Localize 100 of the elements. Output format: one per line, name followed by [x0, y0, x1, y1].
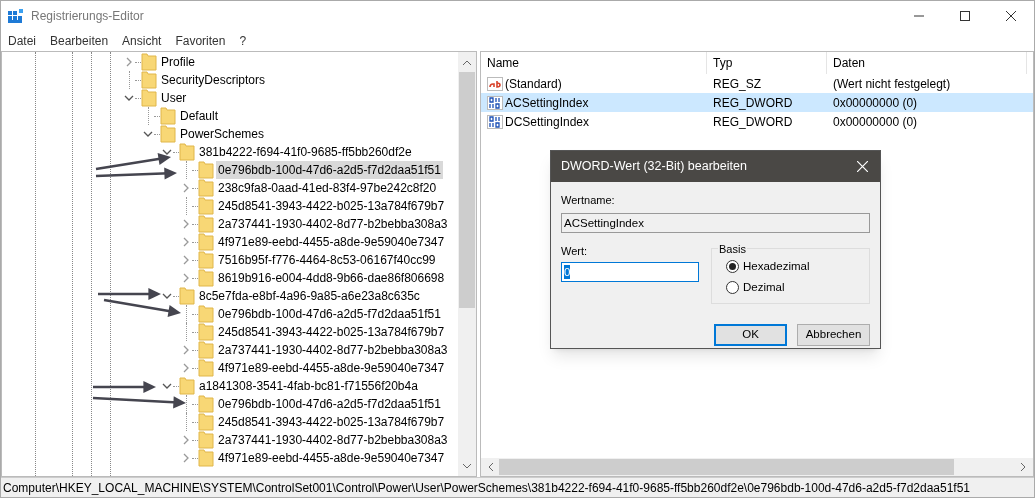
tree-item[interactable]: 0e796bdb-100d-47d6-a2d5-f7d2daa51f51 — [216, 395, 443, 413]
value-name-field[interactable]: ACSettingIndex — [561, 212, 870, 233]
column-header[interactable]: Typ — [707, 52, 827, 74]
window-title: Registrierungs-Editor — [31, 8, 144, 25]
tree-item[interactable]: 2a737441-1930-4402-8d77-b2bebba308a3 — [216, 215, 450, 233]
binary-value-icon — [487, 113, 503, 130]
tree-item[interactable]: SecurityDescriptors — [159, 71, 268, 89]
scrollbar-thumb[interactable] — [459, 72, 475, 308]
folder-icon — [141, 71, 157, 89]
value-type: REG_DWORD — [712, 113, 794, 131]
folder-icon — [160, 107, 176, 125]
tree-item[interactable]: 238c9fa8-0aad-41ed-83f4-97be242c8f20 — [216, 179, 439, 197]
value-type: REG_DWORD — [712, 94, 794, 112]
tree-item[interactable]: PowerSchemes — [178, 125, 267, 143]
menu-item[interactable]: ? — [239, 32, 247, 50]
registry-path: Computer\HKEY_LOCAL_MACHINE\SYSTEM\ControlSet001\Control\Power\User\PowerSchemes\381b4222-f694-41f0-9685-ff5bb260df2e\0e796bdb-100d-47d6-a2d5-f7d2daa51f51 — [3, 479, 971, 497]
chevron-right-icon[interactable] — [181, 255, 191, 265]
tree-item[interactable]: 0e796bdb-100d-47d6-a2d5-f7d2daa51f51 — [216, 305, 443, 323]
folder-icon — [198, 161, 214, 179]
folder-icon — [198, 323, 214, 341]
value-data: 0x00000000 (0) — [832, 94, 919, 112]
field-label: Wertname: — [561, 193, 616, 208]
close-icon — [1006, 11, 1016, 21]
radio-label: Hexadezimal — [743, 258, 810, 274]
radio-button[interactable] — [726, 280, 739, 294]
value-row[interactable]: (Standard) REG_SZ (Wert nicht festgelegt) — [481, 74, 1033, 93]
close-icon — [856, 161, 868, 172]
string-value-icon — [487, 75, 503, 92]
value-row[interactable]: ACSettingIndex REG_DWORD 0x00000000 (0) — [481, 93, 1033, 112]
tree-item[interactable]: 381b4222-f694-41f0-9685-ff5bb260df2e — [197, 143, 414, 161]
tree-item[interactable]: 4f971e89-eebd-4455-a8de-9e59040e7347 — [216, 449, 447, 467]
tree-item[interactable]: 245d8541-3943-4422-b025-13a784f679b7 — [216, 413, 447, 431]
menu-item[interactable]: Bearbeiten — [50, 32, 109, 50]
menu-item[interactable]: Ansicht — [122, 32, 162, 50]
folder-icon — [198, 215, 214, 233]
field-label: Wert: — [561, 243, 589, 259]
folder-icon — [198, 413, 214, 431]
folder-icon — [198, 197, 214, 215]
chevron-right-icon[interactable] — [181, 345, 191, 355]
vertical-scrollbar[interactable] — [458, 52, 476, 476]
folder-icon — [141, 89, 157, 107]
chevron-right-icon[interactable] — [181, 435, 191, 445]
tree-item[interactable]: 4f971e89-eebd-4455-a8de-9e59040e7347 — [216, 359, 447, 377]
value-name: (Standard) — [505, 75, 562, 93]
value-name: ACSettingIndex — [505, 94, 589, 112]
folder-icon — [141, 53, 157, 71]
arrow-drawing — [98, 287, 161, 301]
column-header[interactable]: Daten — [827, 52, 1027, 74]
value-data: (Wert nicht festgelegt) — [832, 75, 952, 93]
tree-item[interactable]: 8619b916-e004-4dd8-9b66-dae86f806698 — [216, 269, 447, 287]
chevron-right-icon[interactable] — [181, 273, 191, 283]
chevron-down-icon[interactable] — [124, 93, 134, 103]
tree-item[interactable]: 0e796bdb-100d-47d6-a2d5-f7d2daa51f51 — [216, 161, 443, 179]
menu-item[interactable]: Favoriten — [175, 32, 226, 50]
folder-icon — [198, 359, 214, 377]
chevron-right-icon[interactable] — [181, 219, 191, 229]
folder-icon — [198, 449, 214, 467]
menu-item[interactable]: Datei — [8, 32, 36, 50]
folder-icon — [198, 251, 214, 269]
chevron-down-icon[interactable] — [143, 129, 153, 139]
radio-label: Dezimal — [743, 279, 785, 295]
tree-item[interactable]: 245d8541-3943-4422-b025-13a784f679b7 — [216, 323, 447, 341]
scrollbar-thumb[interactable] — [499, 459, 954, 475]
tree-item[interactable]: a1841308-3541-4fab-bc81-f71556f20b4a — [197, 377, 420, 395]
value-data-field[interactable]: 0 — [561, 262, 699, 282]
folder-icon — [179, 377, 195, 395]
chevron-down-icon[interactable] — [162, 381, 172, 391]
folder-icon — [160, 125, 176, 143]
tree-item[interactable]: Default — [178, 107, 221, 125]
tree-item[interactable]: 2a737441-1930-4402-8d77-b2bebba308a3 — [216, 341, 450, 359]
chevron-right-icon[interactable] — [181, 237, 191, 247]
horizontal-scrollbar[interactable] — [481, 458, 1033, 476]
chevron-right-icon[interactable] — [181, 453, 191, 463]
chevron-right-icon[interactable] — [181, 183, 191, 193]
tree-item[interactable]: 7516b95f-f776-4464-8c53-06167f40cc99 — [216, 251, 438, 269]
tree-item[interactable]: 245d8541-3943-4422-b025-13a784f679b7 — [216, 197, 447, 215]
radio-button[interactable] — [726, 259, 739, 273]
tree-item[interactable]: 4f971e89-eebd-4455-a8de-9e59040e7347 — [216, 233, 447, 251]
folder-icon — [198, 269, 214, 287]
column-header[interactable]: Name — [481, 52, 707, 74]
folder-icon — [179, 143, 195, 161]
value-data: 0x00000000 (0) — [832, 113, 919, 131]
scroll-up-icon — [462, 58, 472, 66]
folder-icon — [198, 431, 214, 449]
folder-icon — [198, 233, 214, 251]
tree-item[interactable]: Profile — [159, 53, 197, 71]
value-row[interactable]: DCSettingIndex REG_DWORD 0x00000000 (0) — [481, 112, 1033, 131]
value-type: REG_SZ — [712, 75, 762, 93]
tree-item[interactable]: User — [159, 89, 189, 107]
tree-item[interactable]: 2a737441-1930-4402-8d77-b2bebba308a3 — [216, 431, 450, 449]
value-name: DCSettingIndex — [505, 113, 590, 131]
ok-button[interactable]: OK — [714, 323, 787, 346]
chevron-right-icon[interactable] — [124, 57, 134, 67]
chevron-right-icon[interactable] — [181, 363, 191, 373]
cancel-button[interactable]: Abbrechen — [797, 323, 870, 346]
chevron-down-icon[interactable] — [162, 291, 172, 301]
binary-value-icon — [487, 94, 503, 111]
tree-item[interactable]: 8c5e7fda-e8bf-4a96-9a85-a6e23a8c635c — [197, 287, 422, 305]
folder-icon — [198, 395, 214, 413]
arrow-drawing — [93, 380, 156, 394]
